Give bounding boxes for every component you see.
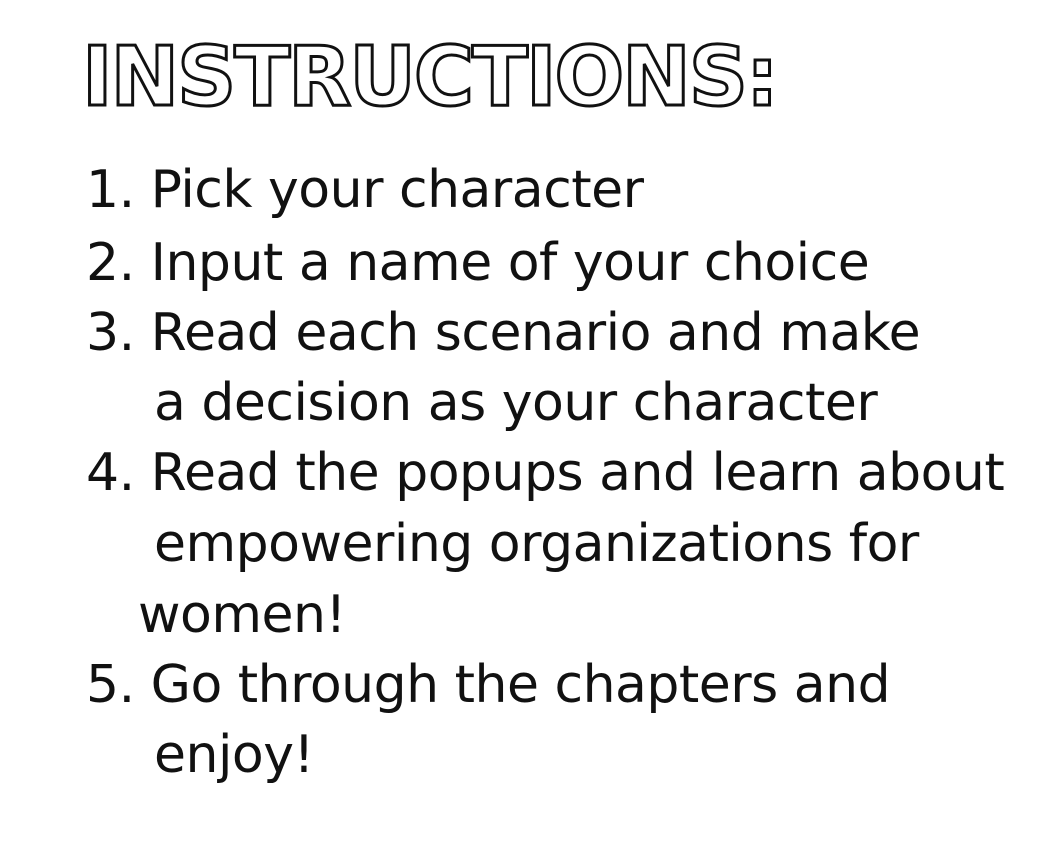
step-5-line-2: enjoy!	[154, 725, 314, 785]
step-3-line: 3. Read each scenario and make	[86, 303, 921, 363]
step-5-line: 5. Go through the chapters and	[86, 655, 891, 715]
step-3-line-2: a decision as your character	[154, 373, 878, 433]
instructions-screen: INSTRUCTIONS: 1. Pick your character 2. …	[0, 0, 1056, 868]
step-4-line-2: empowering organizations for	[154, 514, 919, 574]
step-2-line: 2. Input a name of your choice	[86, 233, 870, 293]
step-4-line-3: women!	[138, 585, 346, 645]
step-1-line: 1. Pick your character	[86, 160, 644, 220]
instructions-title: INSTRUCTIONS:	[81, 29, 781, 127]
step-4-line: 4. Read the popups and learn about	[86, 443, 1005, 503]
